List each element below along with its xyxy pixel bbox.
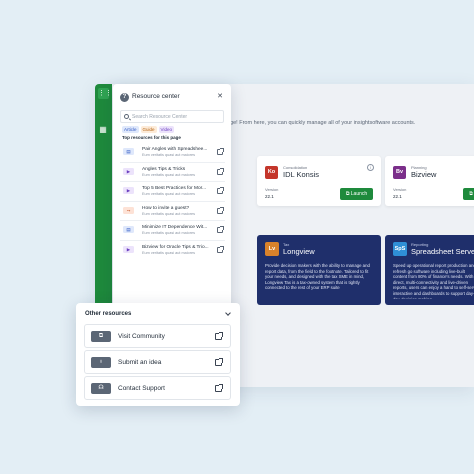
other-resources-panel: Other resources ⧉ Visit Community ♁ Subm…	[76, 303, 240, 406]
resource-label: Visit Community	[118, 333, 165, 340]
resource-label: Contact Support	[118, 385, 165, 392]
item-title: Top 5 Best Practices for Mor...	[142, 186, 206, 191]
filter-chips: Article Guide Video	[122, 126, 174, 133]
version-number: 22.1	[393, 194, 402, 199]
video-icon: ▶	[123, 167, 134, 175]
list-item[interactable]: ▶ Top 5 Best Practices for Mor... Eum ve…	[120, 182, 225, 202]
welcome-text: age! From here, you can quickly manage a…	[227, 120, 416, 126]
launch-icon: ⧉	[469, 191, 473, 197]
guide-icon: ⤳	[123, 206, 134, 214]
launch-button[interactable]: ⧉ Launch	[340, 188, 373, 200]
close-icon[interactable]: ✕	[217, 92, 223, 100]
product-name: Longview	[283, 247, 315, 256]
product-name: IDL Konsis	[283, 170, 319, 179]
chip-article[interactable]: Article	[122, 126, 139, 133]
item-title: Angles Tips & Tricks	[142, 166, 186, 172]
list-item[interactable]: ▤ Minimize IT Dependence Wit... Eum veri…	[120, 221, 225, 241]
product-card-longview: Lv Tax Longview Provide decision makers …	[257, 235, 381, 305]
list-item[interactable]: ▤ Pair Angles with Spreadshee... Eum ver…	[120, 143, 225, 163]
info-icon[interactable]: i	[367, 164, 374, 171]
resource-center-panel: ? Resource center ✕ Article Guide Video …	[113, 84, 231, 314]
product-description: Speed up operational report production a…	[393, 263, 474, 299]
item-subtitle: Eum veritatis quasi aut maiores	[142, 192, 195, 196]
item-subtitle: Eum veritatis quasi aut maiores	[142, 172, 195, 177]
grid-icon[interactable]: ⋮⋮	[98, 88, 112, 99]
list-item[interactable]: ▶ Bizview for Oracle Tips & Trio... Eum …	[120, 241, 225, 261]
product-name: Spreadsheet Server	[411, 247, 474, 256]
external-link-icon[interactable]	[217, 206, 224, 214]
product-card-bizview: Bv Planning Bizview Version 22.1 ⧉	[385, 156, 474, 206]
chevron-down-icon[interactable]	[225, 310, 231, 316]
product-card-spreadsheet-server: SpS Reporting Spreadsheet Server Speed u…	[385, 235, 474, 305]
resource-label: Submit an idea	[118, 359, 162, 366]
document-icon: ▤	[123, 226, 134, 233]
product-logo-lv: Lv	[265, 242, 279, 256]
search-icon	[124, 114, 129, 119]
item-subtitle: Eum veritatis quasi aut maiores	[142, 250, 195, 255]
video-icon: ▶	[123, 187, 134, 194]
version-label: Version	[265, 187, 279, 192]
item-title: Pair Angles with Spreadshee...	[142, 147, 208, 152]
item-title: How to invite a guest?	[142, 205, 190, 211]
version-label: Version	[393, 187, 407, 192]
launch-label: Launch	[350, 191, 368, 197]
submit-idea-button[interactable]: ♁ Submit an idea	[84, 350, 231, 374]
help-icon: ?	[120, 93, 129, 102]
chip-guide[interactable]: Guide	[140, 126, 157, 133]
external-link-icon[interactable]	[217, 167, 224, 175]
external-link-icon[interactable]	[217, 187, 224, 194]
list-item[interactable]: ▶ Angles Tips & Tricks Eum veritatis qua…	[120, 163, 225, 182]
external-link-icon[interactable]	[217, 226, 224, 233]
list-item[interactable]: ⤳ How to invite a guest? Eum veritatis q…	[120, 202, 225, 221]
launch-button[interactable]: ⧉	[463, 188, 474, 200]
visit-community-button[interactable]: ⧉ Visit Community	[84, 324, 231, 348]
version-number: 22.1	[265, 194, 274, 199]
external-link-icon[interactable]	[217, 148, 224, 155]
item-subtitle: Eum veritatis quasi aut maiores	[142, 211, 195, 216]
lightbulb-icon: ♁	[91, 357, 111, 368]
external-link-icon	[215, 332, 223, 340]
tiles-icon[interactable]: ▦	[99, 126, 107, 134]
product-logo-ko: Ko	[265, 166, 278, 179]
video-icon: ▶	[123, 245, 134, 253]
resource-list: ▤ Pair Angles with Spreadshee... Eum ver…	[120, 143, 225, 260]
external-link-icon	[215, 384, 223, 392]
search-box	[120, 110, 224, 123]
other-resources-title: Other resources	[85, 311, 132, 317]
product-card-idl-konsis: Ko Consolidation IDL Konsis i Version 22…	[257, 156, 381, 206]
product-logo-sps: SpS	[393, 242, 407, 256]
panel-title: Resource center	[132, 93, 180, 100]
item-title: Bizview for Oracle Tips & Trio...	[142, 244, 209, 250]
item-subtitle: Eum veritatis quasi aut maiores	[142, 231, 195, 235]
external-link-icon[interactable]	[217, 245, 224, 253]
product-description: Provide decision makers with the ability…	[265, 263, 370, 291]
item-title: Minimize IT Dependence Wit...	[142, 225, 208, 230]
search-input[interactable]	[132, 112, 222, 122]
contact-support-button[interactable]: ☊ Contact Support	[84, 376, 231, 400]
item-subtitle: Eum veritatis quasi aut maiores	[142, 153, 195, 157]
section-heading: Top resources for this page	[122, 135, 181, 140]
chip-video[interactable]: Video	[158, 126, 174, 133]
product-name: Bizview	[411, 170, 437, 179]
product-logo-bv: Bv	[393, 166, 406, 179]
headset-icon: ☊	[91, 383, 111, 394]
document-icon: ▤	[123, 148, 134, 155]
community-icon: ⧉	[91, 331, 111, 342]
external-link-icon	[215, 358, 223, 366]
